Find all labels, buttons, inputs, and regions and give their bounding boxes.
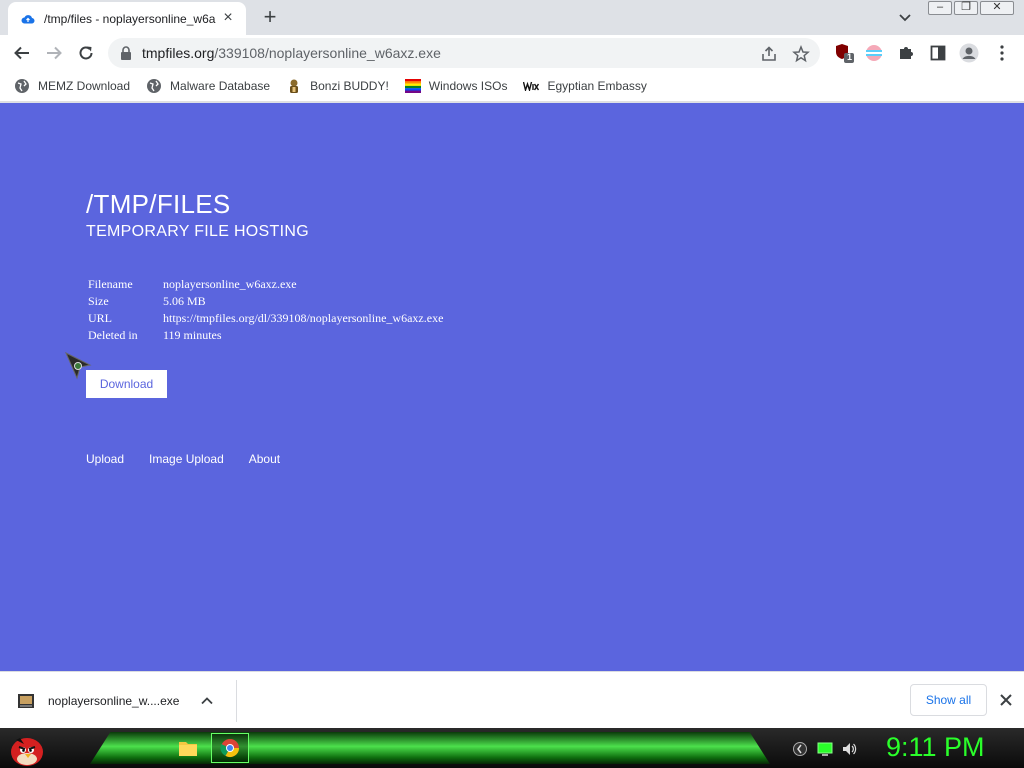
- taskbar-clock[interactable]: 9:11 PM: [886, 732, 985, 763]
- info-row-size: Size 5.06 MB: [88, 294, 443, 311]
- info-key: URL: [88, 311, 112, 325]
- upload-link[interactable]: Upload: [86, 452, 124, 466]
- show-all-button[interactable]: Show all: [910, 684, 987, 716]
- new-tab-icon[interactable]: +: [258, 6, 282, 29]
- file-explorer-icon[interactable]: [175, 735, 201, 761]
- pride-extension-icon[interactable]: [864, 43, 884, 63]
- bookmark-bonzi-buddy[interactable]: Bonzi BUDDY!: [286, 78, 389, 94]
- bookmark-label: MEMZ Download: [38, 79, 131, 93]
- bookmark-label: Malware Database: [170, 79, 271, 93]
- restore-icon[interactable]: ❐: [954, 1, 978, 15]
- shelf-divider: [236, 680, 237, 722]
- mouse-cursor-icon: [64, 351, 94, 381]
- info-value: noplayersonline_w6axz.exe: [163, 277, 297, 291]
- globe-icon: [146, 78, 162, 94]
- bookmark-windows-isos[interactable]: Windows ISOs: [404, 78, 508, 94]
- url-text: tmpfiles.org/339108/noplayersonline_w6ax…: [142, 45, 441, 61]
- download-shelf: noplayersonline_w....exe Show all: [0, 671, 1024, 728]
- address-bar[interactable]: tmpfiles.org/339108/noplayersonline_w6ax…: [108, 38, 820, 68]
- info-value: 119 minutes: [163, 328, 222, 342]
- url-path: /339108/noplayersonline_w6axz.exe: [214, 45, 441, 61]
- extension-badge: 1: [847, 52, 853, 62]
- volume-icon[interactable]: [841, 741, 857, 757]
- exe-file-icon: [16, 691, 36, 711]
- download-item[interactable]: noplayersonline_w....exe: [16, 686, 215, 716]
- file-info-table: Filename noplayersonline_w6axz.exe Size …: [88, 277, 443, 345]
- globe-icon: [14, 78, 30, 94]
- forward-icon[interactable]: [41, 40, 67, 66]
- info-row-url: URL https://tmpfiles.org/dl/339108/nopla…: [88, 311, 443, 328]
- info-key: Size: [88, 294, 109, 308]
- url-domain: tmpfiles.org: [142, 45, 215, 61]
- bookmark-star-icon[interactable]: [792, 44, 810, 63]
- cloud-upload-icon: [20, 11, 36, 27]
- bookmark-egyptian-embassy[interactable]: Egyptian Embassy: [523, 78, 647, 94]
- share-icon[interactable]: [760, 45, 778, 63]
- menu-kebab-icon[interactable]: [992, 43, 1012, 63]
- shelf-close-icon[interactable]: [996, 690, 1016, 710]
- tab-title: /tmp/files - noplayersonline_w6a: [44, 11, 216, 26]
- info-row-filename: Filename noplayersonline_w6axz.exe: [88, 277, 443, 294]
- footer-nav: Upload Image Upload About: [86, 452, 305, 466]
- about-link[interactable]: About: [249, 452, 280, 466]
- download-file-name: noplayersonline_w....exe: [48, 694, 180, 708]
- extensions-puzzle-icon[interactable]: [896, 43, 916, 63]
- page-content: /TMP/FILES TEMPORARY FILE HOSTING Filena…: [0, 103, 1024, 671]
- lock-icon[interactable]: [120, 46, 132, 60]
- bookmark-memz-download[interactable]: MEMZ Download: [14, 78, 130, 94]
- bookmark-malware-database[interactable]: Malware Database: [146, 78, 270, 94]
- info-key: Deleted in: [88, 328, 138, 342]
- profile-avatar-icon[interactable]: [959, 43, 979, 63]
- info-row-deleted-in: Deleted in 119 minutes: [88, 328, 443, 345]
- image-upload-link[interactable]: Image Upload: [149, 452, 224, 466]
- window-close-icon[interactable]: ✕: [980, 1, 1014, 15]
- back-icon[interactable]: [9, 40, 35, 66]
- bookmark-label: Windows ISOs: [428, 79, 508, 93]
- minimize-icon[interactable]: –: [928, 1, 952, 15]
- taskbar: 9:11 PM: [0, 728, 1024, 768]
- chevron-up-icon[interactable]: [199, 693, 215, 709]
- info-value: https://tmpfiles.org/dl/339108/noplayers…: [163, 311, 444, 325]
- bonzi-icon: [286, 78, 302, 94]
- ublock-extension-icon[interactable]: 1: [834, 43, 854, 63]
- browser-tab[interactable]: /tmp/files - noplayersonline_w6a ×: [8, 2, 246, 35]
- reload-icon[interactable]: [73, 40, 99, 66]
- download-button[interactable]: Download: [86, 370, 167, 398]
- tray-network-icon[interactable]: [792, 741, 808, 757]
- tab-search-chevron-icon[interactable]: [896, 8, 914, 26]
- wix-icon: [523, 78, 540, 94]
- side-panel-icon[interactable]: [928, 43, 948, 63]
- rainbow-flag-icon: [404, 78, 421, 94]
- bookmarks-bar: MEMZ Download Malware Database Bonzi BUD…: [0, 71, 1024, 102]
- page-title: /TMP/FILES: [86, 189, 231, 219]
- bookmark-label: Bonzi BUDDY!: [310, 79, 389, 93]
- tray-display-icon[interactable]: [817, 741, 833, 757]
- bookmark-label: Egyptian Embassy: [547, 79, 647, 93]
- tab-strip: /tmp/files - noplayersonline_w6a × + – ❐…: [0, 0, 1024, 35]
- page-subtitle: TEMPORARY FILE HOSTING: [86, 223, 309, 240]
- browser-toolbar: tmpfiles.org/339108/noplayersonline_w6ax…: [0, 35, 1024, 71]
- chrome-taskbar-icon[interactable]: [211, 733, 249, 763]
- info-value: 5.06 MB: [163, 294, 206, 308]
- tab-close-icon[interactable]: ×: [220, 9, 236, 27]
- info-key: Filename: [88, 277, 133, 291]
- start-button-angry-bird-icon[interactable]: [8, 730, 46, 768]
